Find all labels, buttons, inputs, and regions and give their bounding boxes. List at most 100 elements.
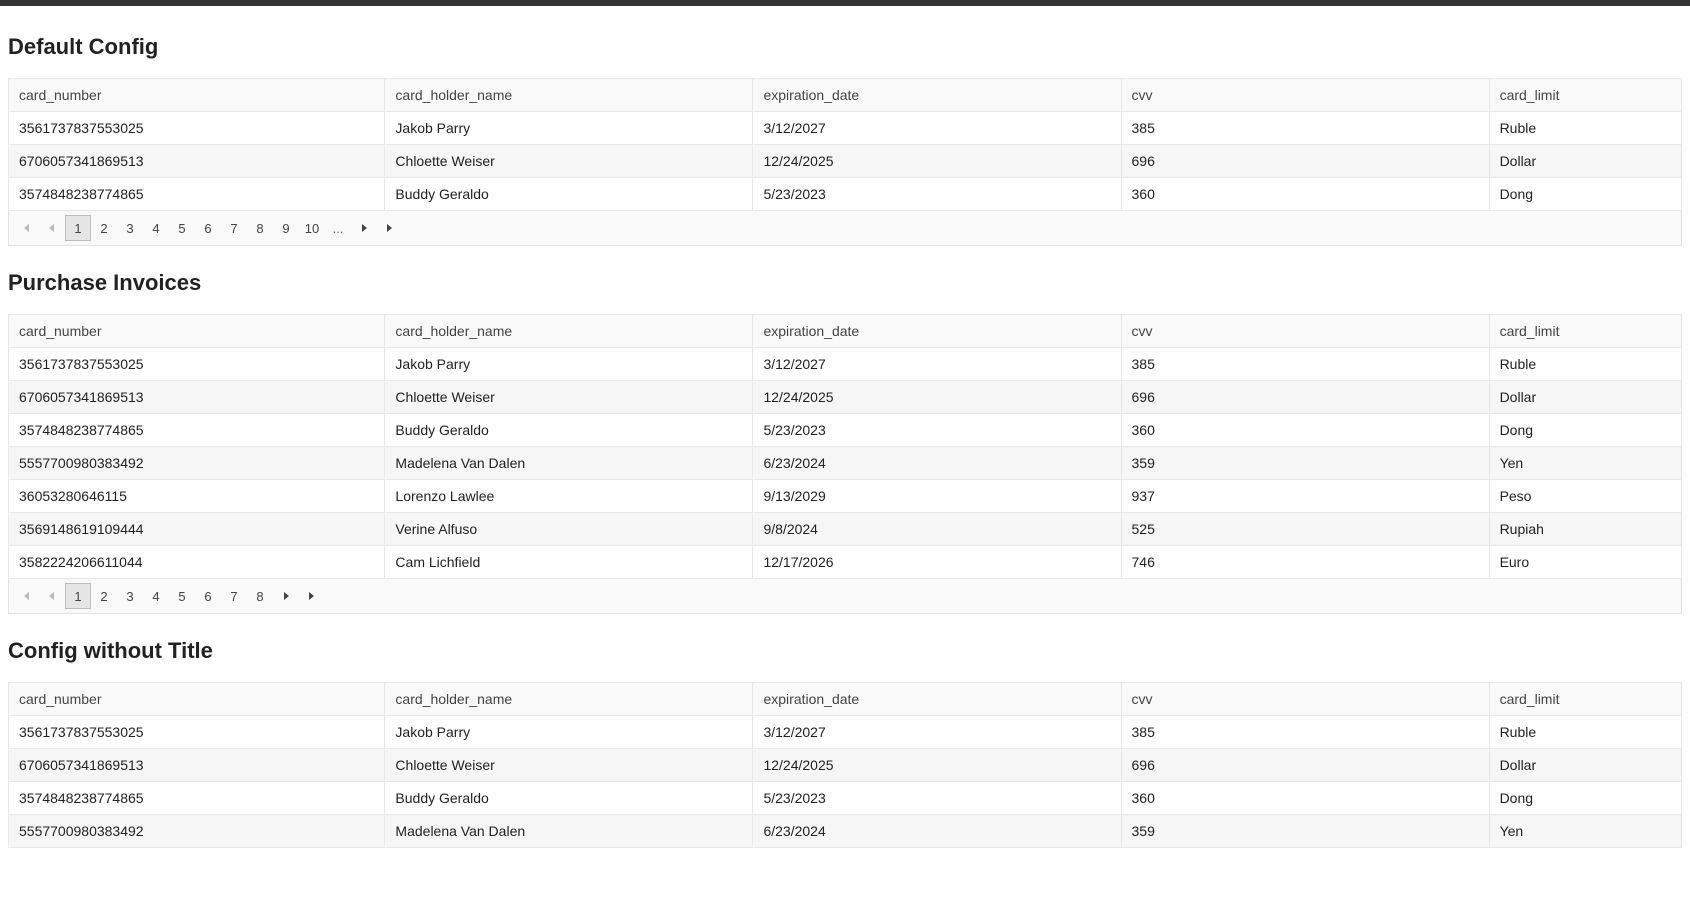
table-row[interactable]: 3561737837553025 Jakob Parry 3/12/2027 3… (9, 716, 1682, 749)
page-number-button[interactable]: 4 (143, 215, 169, 241)
table-row[interactable]: 6706057341869513 Chloette Weiser 12/24/2… (9, 381, 1682, 414)
next-page-icon[interactable] (351, 215, 377, 241)
cell-card_holder_name: Jakob Parry (385, 112, 753, 145)
page-number-button[interactable]: 8 (247, 215, 273, 241)
table-row[interactable]: 3561737837553025 Jakob Parry 3/12/2027 3… (9, 112, 1682, 145)
col-header[interactable]: cvv (1121, 79, 1489, 112)
col-header[interactable]: cvv (1121, 315, 1489, 348)
page-number-button[interactable]: 1 (65, 215, 91, 241)
col-header[interactable]: expiration_date (753, 315, 1121, 348)
cell-card_holder_name: Lorenzo Lawlee (385, 480, 753, 513)
pager: 1 2 3 4 5 6 7 8 9 10 ... (8, 211, 1682, 246)
cell-card_holder_name: Chloette Weiser (385, 749, 753, 782)
pager: 1 2 3 4 5 6 7 8 (8, 579, 1682, 614)
cell-expiration_date: 5/23/2023 (753, 782, 1121, 815)
cell-cvv: 360 (1121, 178, 1489, 211)
cell-card_number: 6706057341869513 (9, 145, 385, 178)
col-header[interactable]: card_number (9, 683, 385, 716)
col-header[interactable]: card_holder_name (385, 79, 753, 112)
cell-cvv: 696 (1121, 749, 1489, 782)
col-header[interactable]: cvv (1121, 683, 1489, 716)
col-header[interactable]: card_limit (1489, 683, 1681, 716)
page-number-button[interactable]: 2 (91, 583, 117, 609)
last-page-icon[interactable] (377, 215, 403, 241)
first-page-icon[interactable] (13, 583, 39, 609)
cell-card_number: 6706057341869513 (9, 749, 385, 782)
page-number-button[interactable]: 6 (195, 215, 221, 241)
section-title: Purchase Invoices (8, 270, 1682, 296)
col-header[interactable]: card_holder_name (385, 315, 753, 348)
cell-expiration_date: 12/24/2025 (753, 381, 1121, 414)
cell-card_limit: Dong (1489, 178, 1681, 211)
page-number-button[interactable]: 10 (299, 215, 325, 241)
cell-card_holder_name: Cam Lichfield (385, 546, 753, 579)
cell-card_holder_name: Jakob Parry (385, 348, 753, 381)
page-number-button[interactable]: 8 (247, 583, 273, 609)
col-header[interactable]: card_number (9, 315, 385, 348)
header-row: card_number card_holder_name expiration_… (9, 79, 1682, 112)
table-row[interactable]: 6706057341869513 Chloette Weiser 12/24/2… (9, 749, 1682, 782)
table-row[interactable]: 5557700980383492 Madelena Van Dalen 6/23… (9, 447, 1682, 480)
cell-card_limit: Ruble (1489, 716, 1681, 749)
page-number-button[interactable]: 3 (117, 583, 143, 609)
cell-expiration_date: 6/23/2024 (753, 815, 1121, 848)
page-number-button[interactable]: 4 (143, 583, 169, 609)
cell-card_holder_name: Madelena Van Dalen (385, 447, 753, 480)
cell-expiration_date: 9/8/2024 (753, 513, 1121, 546)
table-row[interactable]: 6706057341869513 Chloette Weiser 12/24/2… (9, 145, 1682, 178)
cell-card_holder_name: Chloette Weiser (385, 145, 753, 178)
page-number-button[interactable]: 5 (169, 215, 195, 241)
cell-card_limit: Dollar (1489, 381, 1681, 414)
cell-cvv: 359 (1121, 815, 1489, 848)
cell-expiration_date: 5/23/2023 (753, 178, 1121, 211)
cell-expiration_date: 3/12/2027 (753, 112, 1121, 145)
page-number-button[interactable]: 7 (221, 215, 247, 241)
col-header[interactable]: expiration_date (753, 79, 1121, 112)
col-header[interactable]: expiration_date (753, 683, 1121, 716)
table-row[interactable]: 3582224206611044 Cam Lichfield 12/17/202… (9, 546, 1682, 579)
page-number-button[interactable]: 9 (273, 215, 299, 241)
prev-page-icon[interactable] (39, 215, 65, 241)
last-page-icon[interactable] (299, 583, 325, 609)
cell-expiration_date: 12/24/2025 (753, 749, 1121, 782)
page-number-button[interactable]: 7 (221, 583, 247, 609)
next-page-icon[interactable] (273, 583, 299, 609)
cell-card_limit: Yen (1489, 447, 1681, 480)
table-row[interactable]: 3574848238774865 Buddy Geraldo 5/23/2023… (9, 178, 1682, 211)
cell-expiration_date: 12/17/2026 (753, 546, 1121, 579)
col-header[interactable]: card_limit (1489, 79, 1681, 112)
col-header[interactable]: card_limit (1489, 315, 1681, 348)
cell-card_holder_name: Madelena Van Dalen (385, 815, 753, 848)
cell-card_limit: Dong (1489, 782, 1681, 815)
header-row: card_number card_holder_name expiration_… (9, 683, 1682, 716)
prev-page-icon[interactable] (39, 583, 65, 609)
section-title: Default Config (8, 34, 1682, 60)
cell-cvv: 359 (1121, 447, 1489, 480)
cell-card_limit: Rupiah (1489, 513, 1681, 546)
cell-cvv: 385 (1121, 112, 1489, 145)
data-grid-config-without-title: card_number card_holder_name expiration_… (8, 682, 1682, 848)
table-row[interactable]: 3569148619109444 Verine Alfuso 9/8/2024 … (9, 513, 1682, 546)
table-row[interactable]: 3574848238774865 Buddy Geraldo 5/23/2023… (9, 782, 1682, 815)
cell-card_limit: Dollar (1489, 749, 1681, 782)
cell-card_holder_name: Jakob Parry (385, 716, 753, 749)
col-header[interactable]: card_number (9, 79, 385, 112)
table-row[interactable]: 3561737837553025 Jakob Parry 3/12/2027 3… (9, 348, 1682, 381)
cell-card_number: 3582224206611044 (9, 546, 385, 579)
page-number-button[interactable]: 5 (169, 583, 195, 609)
section-title: Config without Title (8, 638, 1682, 664)
page-number-button[interactable]: 6 (195, 583, 221, 609)
table-row[interactable]: 5557700980383492 Madelena Van Dalen 6/23… (9, 815, 1682, 848)
cell-expiration_date: 3/12/2027 (753, 348, 1121, 381)
cell-expiration_date: 6/23/2024 (753, 447, 1121, 480)
cell-card_limit: Ruble (1489, 348, 1681, 381)
table-row[interactable]: 36053280646115 Lorenzo Lawlee 9/13/2029 … (9, 480, 1682, 513)
page-number-button[interactable]: 1 (65, 583, 91, 609)
col-header[interactable]: card_holder_name (385, 683, 753, 716)
cell-cvv: 360 (1121, 414, 1489, 447)
page-number-button[interactable]: 2 (91, 215, 117, 241)
first-page-icon[interactable] (13, 215, 39, 241)
cell-cvv: 696 (1121, 145, 1489, 178)
page-number-button[interactable]: 3 (117, 215, 143, 241)
table-row[interactable]: 3574848238774865 Buddy Geraldo 5/23/2023… (9, 414, 1682, 447)
